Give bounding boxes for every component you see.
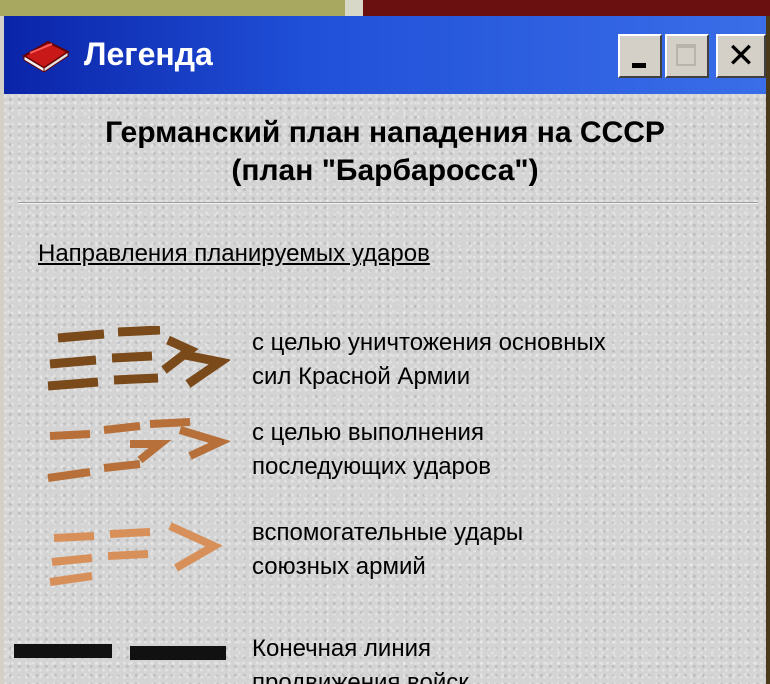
minimize-icon — [632, 63, 646, 68]
legend-item-4-line-2: продвижения войск — [252, 669, 469, 684]
main-attack-arrow-icon — [47, 326, 230, 391]
section-title: Направления планируемых ударов — [38, 240, 430, 267]
legend-item-3-line-1: вспомогательные удары — [252, 519, 524, 546]
legend-item-1-line-2: сил Красной Армии — [252, 363, 471, 390]
legend-item-3: вспомогательные удары союзных армий — [252, 516, 523, 584]
legend-item-3-line-2: союзных армий — [252, 553, 426, 580]
legend-window: Легенда ✕ Германский план нападения на С… — [0, 16, 766, 684]
maximize-button[interactable] — [665, 34, 709, 78]
legend-item-1-line-1: с целью уничтожения основных — [252, 329, 606, 356]
background-strip — [0, 0, 770, 16]
legend-content: Германский план нападения на СССР (план … — [4, 94, 766, 684]
close-button[interactable]: ✕ — [716, 34, 766, 78]
legend-item-2-line-2: последующих ударов — [252, 453, 491, 480]
legend-item-4-line-1: Конечная линия — [252, 635, 431, 662]
divider — [18, 202, 758, 204]
legend-item-2-line-1: с целью выполнения — [252, 419, 484, 446]
book-icon — [18, 38, 74, 77]
close-icon: ✕ — [726, 36, 756, 76]
title-bar[interactable]: Легенда ✕ — [4, 16, 766, 94]
heading-line-1: Германский план нападения на СССР — [105, 116, 665, 149]
maximize-icon — [676, 44, 696, 66]
final-line-icon — [14, 644, 226, 660]
auxiliary-attack-arrow-icon — [49, 522, 223, 586]
legend-item-4: Конечная линия продвижения войск — [252, 632, 469, 684]
legend-item-1: с целью уничтожения основных сил Красной… — [252, 326, 606, 394]
heading-line-2: (план "Барбаросса") — [231, 154, 539, 187]
subsequent-attack-arrow-icon — [47, 418, 230, 482]
window-title: Легенда — [84, 36, 213, 72]
legend-heading: Германский план нападения на СССР (план … — [4, 114, 766, 190]
legend-item-2: с целью выполнения последующих ударов — [252, 416, 491, 484]
minimize-button[interactable] — [618, 34, 662, 78]
